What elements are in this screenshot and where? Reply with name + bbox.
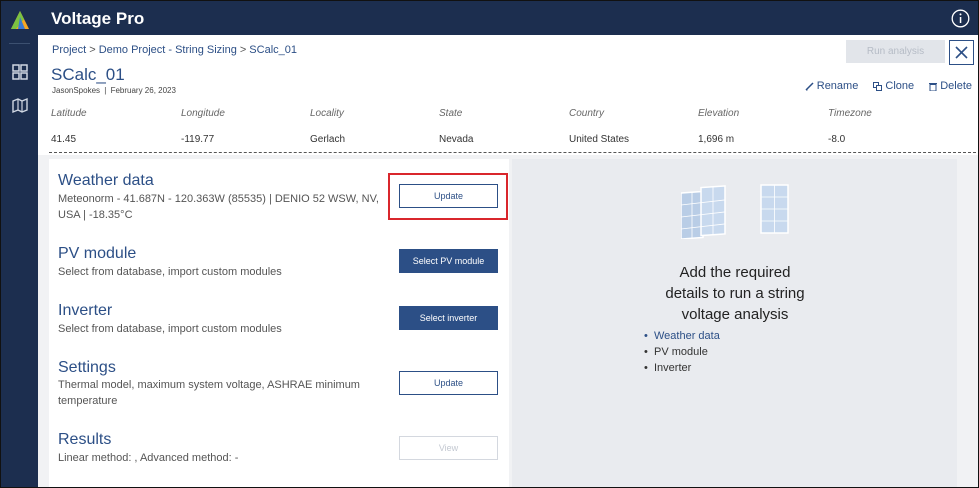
- weather-title: Weather data: [58, 172, 154, 189]
- solar-panels-illustration: [681, 184, 789, 239]
- latitude-label: Latitude: [51, 108, 87, 119]
- timezone-value: -8.0: [828, 134, 846, 145]
- calc-meta: JasonSpokes | February 26, 2023: [52, 86, 176, 95]
- breadcrumb: Project > Demo Project - String Sizing > SCa…: [52, 44, 297, 56]
- calc-date: February 26, 2023: [110, 86, 176, 95]
- bullet-icon: •: [644, 330, 648, 342]
- longitude-label: Longitude: [181, 108, 225, 119]
- timezone-label: Timezone: [828, 108, 872, 119]
- rename-button[interactable]: Rename: [805, 80, 859, 92]
- breadcrumb-separator: >: [239, 44, 247, 56]
- settings-desc-line1: Thermal model, maximum system voltage, A…: [58, 379, 360, 391]
- calc-actions: Rename Clone Delete: [793, 80, 972, 94]
- calc-title: SCalc_01: [51, 65, 125, 84]
- weather-desc-line1: Meteonorm - 41.687N - 120.363W (85535) |…: [58, 193, 379, 205]
- breadcrumb-calc[interactable]: SCalc_01: [249, 44, 297, 56]
- bullet-icon: •: [644, 362, 648, 374]
- clone-label: Clone: [885, 80, 915, 92]
- breadcrumb-project[interactable]: Project: [52, 44, 86, 56]
- message-line-1: Add the required: [679, 264, 791, 281]
- dashboard-grid-icon[interactable]: [11, 63, 29, 81]
- clone-button[interactable]: Clone: [873, 80, 914, 92]
- inverter-title: Inverter: [58, 302, 113, 319]
- info-icon[interactable]: [951, 9, 970, 28]
- run-analysis-button[interactable]: Run analysis: [846, 40, 945, 63]
- rail-divider: [9, 43, 30, 44]
- delete-label: Delete: [940, 80, 972, 92]
- settings-title: Settings: [58, 359, 116, 376]
- elevation-value: 1,696 m: [698, 134, 735, 145]
- rename-label: Rename: [816, 80, 859, 92]
- select-inverter-button[interactable]: Select inverter: [399, 306, 498, 330]
- results-desc: Linear method: , Advanced method: -: [58, 452, 239, 464]
- checklist-label: Weather data: [654, 330, 720, 342]
- longitude-value: -119.77: [181, 134, 215, 145]
- empty-state-message: Add the required details to run a string…: [646, 262, 824, 325]
- weather-desc-line2: USA | -18.35°C: [58, 209, 133, 221]
- close-button[interactable]: [949, 40, 974, 65]
- pv-title: PV module: [58, 245, 137, 262]
- map-icon[interactable]: [11, 96, 29, 114]
- app-logo-icon[interactable]: [9, 9, 31, 31]
- locality-label: Locality: [310, 108, 344, 119]
- calc-author: JasonSpokes: [52, 86, 101, 95]
- checklist-label: Inverter: [654, 362, 692, 374]
- settings-update-button[interactable]: Update: [399, 371, 498, 395]
- trash-icon: [929, 82, 938, 91]
- top-bar: Voltage Pro: [38, 1, 978, 35]
- elevation-column: Elevation 1,696 m: [698, 108, 739, 145]
- pv-desc: Select from database, import custom modu…: [58, 266, 282, 278]
- breadcrumb-separator: >: [89, 44, 96, 56]
- close-icon: [955, 46, 968, 59]
- country-value: United States: [569, 134, 630, 145]
- state-column: State Nevada: [439, 108, 473, 145]
- locality-value: Gerlach: [310, 134, 346, 145]
- state-label: State: [439, 108, 463, 119]
- checklist-item-pv-module: • PV module: [644, 346, 720, 362]
- pencil-icon: [805, 81, 814, 91]
- location-grid: Latitude 41.45 Longitude -119.77 Localit…: [51, 108, 971, 151]
- breadcrumb-demo-project[interactable]: Demo Project - String Sizing: [99, 44, 237, 56]
- timezone-column: Timezone -8.0: [828, 108, 872, 145]
- select-pv-module-button[interactable]: Select PV module: [399, 249, 498, 273]
- inverter-desc: Select from database, import custom modu…: [58, 323, 282, 335]
- checklist-item-weather[interactable]: • Weather data: [644, 330, 720, 346]
- meta-separator: |: [102, 86, 109, 95]
- highlight-box: [388, 173, 508, 220]
- latitude-column: Latitude 41.45: [51, 108, 87, 145]
- state-value: Nevada: [439, 134, 474, 145]
- results-view-button[interactable]: View: [399, 436, 498, 460]
- delete-button[interactable]: Delete: [929, 80, 972, 92]
- left-nav-rail: [1, 1, 38, 487]
- country-label: Country: [569, 108, 605, 119]
- copy-icon: [873, 81, 883, 91]
- latitude-value: 41.45: [51, 134, 77, 145]
- message-line-2: details to run a string: [665, 285, 805, 302]
- requirements-checklist: • Weather data • PV module • Inverter: [644, 330, 720, 378]
- locality-column: Locality Gerlach: [310, 108, 345, 145]
- section-divider: [49, 152, 976, 153]
- app-title: Voltage Pro: [51, 9, 145, 28]
- checklist-label: PV module: [654, 346, 708, 358]
- longitude-column: Longitude -119.77: [181, 108, 225, 145]
- bullet-icon: •: [644, 346, 648, 358]
- checklist-item-inverter: • Inverter: [644, 362, 720, 378]
- results-title: Results: [58, 431, 112, 448]
- message-line-3: voltage analysis: [681, 306, 789, 323]
- country-column: Country United States: [569, 108, 629, 145]
- elevation-label: Elevation: [698, 108, 740, 119]
- settings-desc-line2: temperature: [58, 395, 118, 407]
- app-window: Voltage Pro Project > Demo Project - Strin…: [0, 0, 979, 488]
